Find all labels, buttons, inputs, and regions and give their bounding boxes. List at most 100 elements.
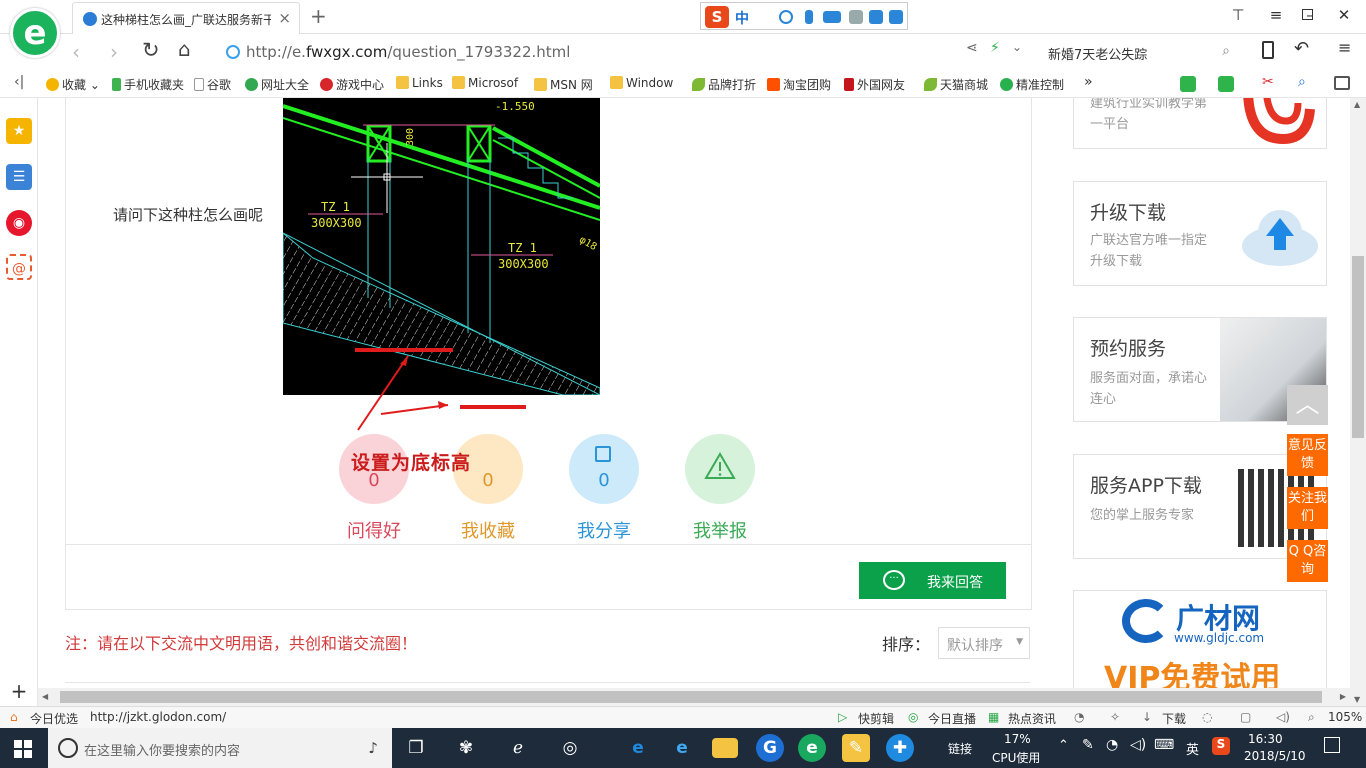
gift-icon[interactable]: ⌂ xyxy=(10,710,18,724)
bookmark-item[interactable]: 精准控制 xyxy=(1000,76,1064,93)
clip-icon[interactable]: ▷ xyxy=(838,710,847,724)
keyboard-tray-icon[interactable]: ⌨ xyxy=(1154,737,1174,753)
tray-expand-icon[interactable]: ⌃ xyxy=(1058,738,1069,753)
close-tab-icon[interactable]: × xyxy=(278,9,291,27)
more-icon[interactable]: ≡ xyxy=(1338,38,1351,57)
chevron-down-icon[interactable]: ⌄ xyxy=(1012,40,1022,54)
wifi-icon[interactable]: ◔ xyxy=(1106,737,1118,753)
zoom-icon[interactable]: ⌕ xyxy=(1308,710,1315,725)
mail-icon[interactable]: @ xyxy=(6,254,32,280)
sidebar-toggle-icon[interactable]: ‹| xyxy=(14,74,24,90)
ad-promo[interactable]: 广材网 www.gldjc.com VIP免费试用 xyxy=(1073,590,1327,688)
scroll-left-icon[interactable]: ◀ xyxy=(42,692,48,701)
warning-icon[interactable] xyxy=(685,434,755,504)
answer-button[interactable]: ··· 我来回答 xyxy=(859,562,1006,599)
search-text[interactable]: 新婚7天老公失踪 xyxy=(1048,44,1147,63)
taskbar-search[interactable]: 在这里输入你要搜索的内容 ♪ xyxy=(48,728,392,768)
scroll-right-icon[interactable]: ▶ xyxy=(1340,692,1346,701)
notification-app-icon[interactable]: ◎ xyxy=(556,734,584,762)
translate-icon[interactable] xyxy=(1218,76,1234,92)
magnifier-icon[interactable]: ⌕ xyxy=(1298,74,1306,90)
ime-lang-indicator[interactable]: 中 xyxy=(735,8,749,28)
pinwheel-app-icon[interactable]: ✾ xyxy=(452,734,480,762)
vertical-scroll-thumb[interactable] xyxy=(1352,256,1364,438)
weibo-icon[interactable]: ◉ xyxy=(6,210,32,236)
pen-icon[interactable]: ✎ xyxy=(1082,737,1094,753)
refresh-icon[interactable]: ↻ xyxy=(142,38,160,62)
edge-legacy-icon[interactable]: ℯ xyxy=(504,734,532,762)
browser-logo[interactable]: e xyxy=(10,8,60,58)
feedback-button[interactable]: 意见反馈 xyxy=(1287,434,1328,476)
share-page-icon[interactable]: ⋖ xyxy=(966,40,978,56)
edge-icon[interactable]: e xyxy=(624,734,652,762)
qq-consult-button[interactable]: Q Q咨询 xyxy=(1287,540,1328,582)
ad-upgrade[interactable]: 升级下载 广联达官方唯一指定升级下载 xyxy=(1073,181,1327,286)
taskbar-search-placeholder[interactable]: 在这里输入你要搜索的内容 xyxy=(84,740,240,759)
scroll-down-icon[interactable]: ▼ xyxy=(1354,695,1360,704)
scissors-icon[interactable]: ✂ xyxy=(1262,74,1274,90)
search-icon[interactable]: ⌕ xyxy=(1222,43,1230,59)
bookmark-item[interactable]: 品牌打折 xyxy=(692,76,756,93)
search-box[interactable]: 新婚7天老公失踪 ⌕ xyxy=(1040,38,1240,66)
action-share[interactable]: 0 我分享 xyxy=(568,434,640,543)
bookmark-item[interactable]: 收藏 ⌄ xyxy=(46,76,100,93)
sogou-tray-icon[interactable]: S xyxy=(1212,737,1230,755)
clean-icon[interactable]: ◌ xyxy=(1202,710,1212,724)
action-report[interactable]: 我举报 xyxy=(684,434,756,543)
follow-us-button[interactable]: 关注我们 xyxy=(1287,487,1328,529)
sound-icon[interactable]: ◁) xyxy=(1276,710,1290,724)
mobile-icon[interactable] xyxy=(1262,41,1274,59)
speed-icon[interactable]: ⚡ xyxy=(990,40,1000,56)
url-text[interactable]: http://e.fwxgx.com/question_1793322.html xyxy=(246,43,570,61)
zoom-level[interactable]: 105% xyxy=(1328,710,1362,724)
menu-icon[interactable]: ≡ xyxy=(1266,6,1286,24)
notes-app-icon[interactable]: ✎ xyxy=(842,734,870,762)
feixin-app-icon[interactable]: ✚ xyxy=(886,734,914,762)
browser-tab[interactable]: 这种梯柱怎么画_广联达服务新干线 × xyxy=(72,2,300,34)
sort-select[interactable]: 默认排序 ▼ xyxy=(938,627,1030,659)
bookmark-item[interactable]: 淘宝团购 xyxy=(767,76,831,93)
bookmark-item[interactable]: 游戏中心 xyxy=(320,76,384,93)
reader-icon[interactable]: ☰ xyxy=(6,164,32,190)
glodon-app-icon[interactable]: G xyxy=(756,734,784,762)
action-center-icon[interactable] xyxy=(1324,737,1340,753)
browser-360-taskbar-icon[interactable]: e xyxy=(798,734,826,762)
add-icon[interactable]: + xyxy=(6,678,32,704)
user-icon[interactable] xyxy=(849,10,863,24)
bookmark-item[interactable]: Links xyxy=(396,76,443,90)
keyboard-icon[interactable] xyxy=(823,11,841,23)
file-explorer-icon[interactable] xyxy=(712,738,738,758)
restore-icon[interactable] xyxy=(1302,9,1313,20)
window-mode-icon[interactable]: ▢ xyxy=(1240,710,1251,724)
bookmark-item[interactable]: 外国网友 xyxy=(844,76,905,93)
ie-icon[interactable]: e xyxy=(668,734,696,762)
bookmark-item[interactable]: MSN 网 xyxy=(534,76,593,93)
shield-icon[interactable] xyxy=(1180,76,1196,92)
live-icon[interactable]: ◎ xyxy=(908,710,918,724)
input-lang[interactable]: 英 xyxy=(1186,739,1199,758)
ime-toolbar[interactable]: S 中 xyxy=(700,2,908,30)
wrench-icon[interactable] xyxy=(889,10,903,24)
task-view-icon[interactable]: ❐ xyxy=(402,734,430,762)
bookmark-item[interactable]: Microsof xyxy=(452,76,518,90)
bookmark-item[interactable]: 谷歌 xyxy=(194,76,231,93)
windows-start-icon[interactable] xyxy=(14,740,32,758)
today-picks-label[interactable]: 今日优选 xyxy=(30,710,78,727)
microphone-icon[interactable]: ♪ xyxy=(368,739,378,757)
back-icon[interactable]: ‹ xyxy=(72,40,80,64)
skin-shirt-icon[interactable]: ⊤ xyxy=(1228,6,1248,24)
sogou-ime-icon[interactable]: S xyxy=(705,6,729,28)
status-item[interactable]: 快剪辑 xyxy=(858,710,894,727)
clock-time[interactable]: 16:30 xyxy=(1248,732,1283,746)
emoji-icon[interactable] xyxy=(779,10,793,24)
status-item[interactable]: 今日直播 xyxy=(928,710,976,727)
scroll-up-icon[interactable]: ▲ xyxy=(1354,100,1360,109)
home-icon[interactable]: ⌂ xyxy=(178,37,191,61)
undo-icon[interactable]: ↶ xyxy=(1294,38,1309,59)
favorites-icon[interactable]: ★ xyxy=(6,118,32,144)
clock-date[interactable]: 2018/5/10 xyxy=(1244,749,1306,763)
bookmark-item[interactable]: 手机收藏夹 xyxy=(112,76,184,93)
status-item[interactable]: 下载 xyxy=(1162,710,1186,727)
voice-icon[interactable] xyxy=(805,10,813,24)
new-tab-button[interactable]: + xyxy=(310,4,327,28)
